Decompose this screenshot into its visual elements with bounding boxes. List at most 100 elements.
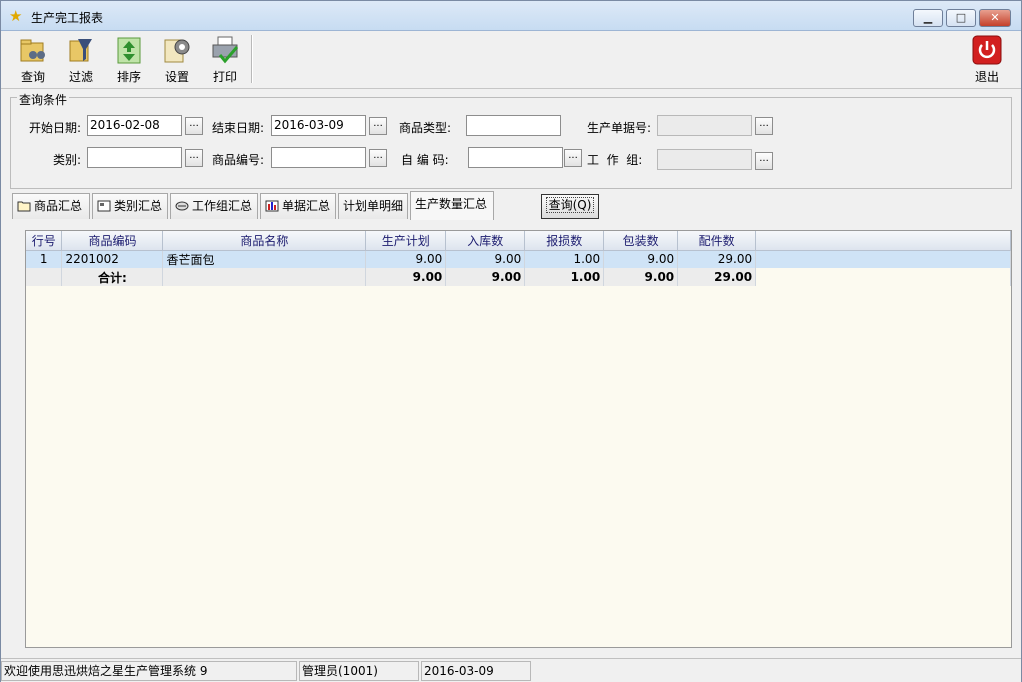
product-code-picker-button[interactable]: ... [369, 149, 387, 167]
product-code-label: 商品编号: [212, 153, 265, 167]
filter-icon [69, 39, 92, 62]
power-icon [972, 35, 1002, 65]
toolbar: 查询 过滤 排序 设置 打印 退出 [1, 31, 1021, 89]
column-header[interactable]: 入库数 [445, 231, 526, 251]
close-button[interactable]: ✕ [979, 9, 1011, 27]
exit-toolbar-button[interactable]: 退出 [965, 35, 1009, 85]
table-cell-filler [755, 250, 1011, 268]
tab-plan-detail[interactable]: 计划单明细 [338, 193, 408, 219]
query-conditions-group [10, 97, 1012, 189]
query-button-label: 查询(Q) [545, 197, 595, 213]
sort-toolbar-button[interactable]: 排序 [107, 35, 151, 85]
column-header[interactable]: 商品名称 [162, 231, 367, 251]
self-code-label: 自 编 码: [401, 153, 449, 167]
end-date-field[interactable]: 2016-03-09 [271, 115, 366, 136]
tab-label: 单据汇总 [282, 199, 331, 213]
start-date-field[interactable]: 2016-02-08 [87, 115, 182, 136]
table-cell: 9.00 [445, 250, 526, 268]
tab-workgroup-summary[interactable]: 工作组汇总 [170, 193, 258, 219]
end-date-label: 结束日期: [212, 121, 265, 135]
column-header[interactable]: 生产计划 [365, 231, 447, 251]
table-cell: 1.00 [524, 268, 605, 286]
tab-label: 商品汇总 [34, 199, 83, 213]
column-header[interactable]: 商品编码 [61, 231, 164, 251]
window-title: 生产完工报表 [31, 11, 104, 25]
print-toolbar-label: 打印 [212, 70, 237, 84]
sort-icon [117, 37, 141, 64]
star-icon: ★ [9, 7, 23, 25]
column-header[interactable]: 报损数 [524, 231, 605, 251]
binoculars-icon [20, 39, 45, 62]
table-header-row: 行号 商品编码 商品名称 生产计划 入库数 报损数 包装数 配件数 [26, 231, 1011, 251]
column-header[interactable]: 配件数 [677, 231, 757, 251]
tab-label: 类别汇总 [114, 199, 163, 213]
product-type-field[interactable] [466, 115, 561, 136]
print-toolbar-button[interactable]: 打印 [203, 35, 247, 85]
start-date-picker-button[interactable]: ... [185, 117, 203, 135]
category-label: 类别: [53, 153, 82, 167]
table-total-row: 合计: 9.00 9.00 1.00 9.00 29.00 [26, 268, 1011, 286]
report-table: 行号 商品编码 商品名称 生产计划 入库数 报损数 包装数 配件数 1 2201… [26, 231, 1011, 286]
tab-label: 计划单明细 [343, 199, 404, 213]
table-cell-filler [755, 268, 1011, 286]
query-toolbar-button[interactable]: 查询 [11, 35, 55, 85]
category-icon [97, 200, 111, 212]
table-cell: 9.00 [445, 268, 526, 286]
table-cell: 9.00 [365, 268, 447, 286]
tab-label: 工作组汇总 [192, 199, 253, 213]
gear-icon [164, 39, 190, 63]
workgroup-field[interactable] [657, 149, 752, 170]
production-doc-label: 生产单据号: [587, 121, 652, 135]
query-conditions-title: 查询条件 [17, 91, 70, 108]
category-field[interactable] [87, 147, 182, 168]
table-cell: 1.00 [524, 250, 605, 268]
tab-production-quantity-summary[interactable]: 生产数量汇总 [410, 191, 494, 220]
end-date-picker-button[interactable]: ... [369, 117, 387, 135]
table-cell [26, 268, 63, 286]
status-welcome: 欢迎使用思迅烘焙之星生产管理系统 9 [1, 661, 297, 681]
total-label: 合计: [61, 268, 164, 286]
category-picker-button[interactable]: ... [185, 149, 203, 167]
self-code-picker-button[interactable]: ... [564, 149, 582, 167]
tab-product-summary[interactable]: 商品汇总 [12, 193, 90, 219]
maximize-button[interactable]: □ [946, 9, 976, 27]
table-cell: 1 [26, 250, 63, 268]
tab-label: 生产数量汇总 [415, 197, 488, 211]
workgroup-icon [175, 201, 189, 211]
table-cell: 9.00 [603, 268, 679, 286]
status-bar: 欢迎使用思迅烘焙之星生产管理系统 9 管理员(1001) 2016-03-09 … [1, 658, 1021, 682]
column-header[interactable]: 行号 [26, 231, 63, 251]
table-cell: 29.00 [677, 250, 757, 268]
query-toolbar-label: 查询 [20, 70, 45, 84]
filter-toolbar-button[interactable]: 过滤 [59, 35, 103, 85]
start-date-label: 开始日期: [29, 121, 82, 135]
settings-toolbar-button[interactable]: 设置 [155, 35, 199, 85]
product-code-field[interactable] [271, 147, 366, 168]
table-cell: 香芒面包 [162, 250, 367, 268]
toolbar-separator [251, 35, 253, 83]
report-window: ★ 生产完工报表 ▁ □ ✕ 查询 过滤 排序 设置 打印 退出 查询条件 开始… [0, 0, 1022, 682]
query-button[interactable]: 查询(Q) [541, 194, 599, 219]
status-user: 管理员(1001) [299, 661, 419, 681]
workgroup-label: 工 作 组: [587, 153, 643, 167]
settings-toolbar-label: 设置 [164, 70, 189, 84]
tab-category-summary[interactable]: 类别汇总 [92, 193, 168, 219]
exit-toolbar-label: 退出 [974, 70, 999, 84]
printer-icon [212, 36, 239, 64]
filter-toolbar-label: 过滤 [68, 70, 93, 84]
tab-document-summary[interactable]: 单据汇总 [260, 193, 336, 219]
folder-icon [17, 201, 31, 212]
production-doc-field[interactable] [657, 115, 752, 136]
table-row[interactable]: 1 2201002 香芒面包 9.00 9.00 1.00 9.00 29.00 [26, 250, 1011, 268]
workgroup-picker-button[interactable]: ... [755, 152, 773, 170]
product-type-label: 商品类型: [399, 121, 452, 135]
status-datetime: 2016-03-09 14:54 [421, 661, 531, 681]
data-grid: 行号 商品编码 商品名称 生产计划 入库数 报损数 包装数 配件数 1 2201… [25, 230, 1012, 648]
table-cell [162, 268, 367, 286]
self-code-field[interactable] [468, 147, 563, 168]
table-cell: 9.00 [603, 250, 679, 268]
minimize-button[interactable]: ▁ [913, 9, 943, 27]
column-header[interactable]: 包装数 [603, 231, 679, 251]
title-bar: ★ 生产完工报表 ▁ □ ✕ [1, 1, 1021, 31]
production-doc-picker-button[interactable]: ... [755, 117, 773, 135]
